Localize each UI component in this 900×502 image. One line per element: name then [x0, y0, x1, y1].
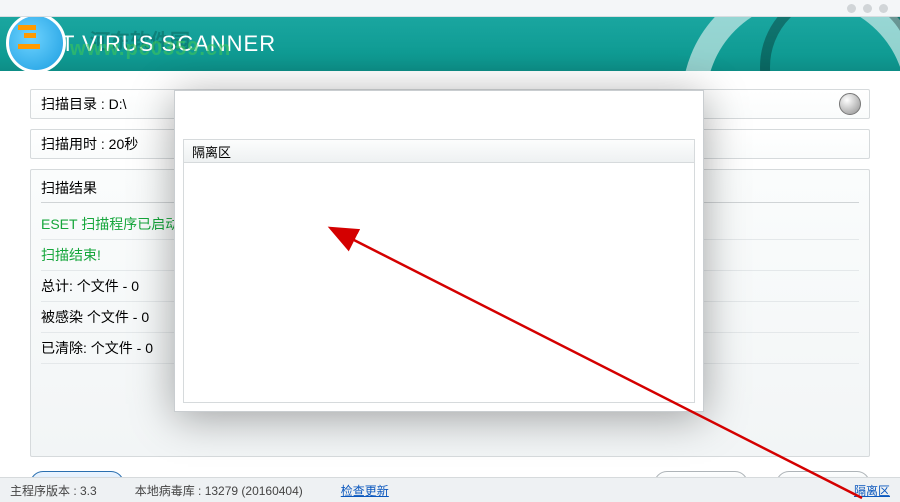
status-version: 主程序版本 : 3.3	[10, 482, 97, 499]
header-decoration-icon	[760, 17, 900, 71]
watermark-text-2: www.pc0359.cn	[70, 38, 231, 61]
close-button[interactable]	[879, 4, 888, 13]
scan-directory-label: 扫描目录 : D:\	[31, 94, 127, 114]
check-update-link[interactable]: 检查更新	[341, 482, 389, 499]
status-virus-db: 本地病毒库 : 13279 (20160404)	[135, 482, 303, 499]
browse-button[interactable]	[839, 93, 861, 115]
quarantine-list[interactable]: 隔离区	[183, 139, 695, 403]
watermark-logo-icon	[18, 25, 40, 52]
maximize-button[interactable]	[863, 4, 872, 13]
quarantine-link[interactable]: 隔离区	[854, 482, 890, 499]
minimize-button[interactable]	[847, 4, 856, 13]
scan-time-label: 扫描用时 : 20秒	[31, 134, 138, 154]
system-titlebar	[0, 0, 900, 17]
quarantine-dialog: 隔离区	[174, 90, 704, 412]
quarantine-dialog-title: 隔离区	[184, 140, 694, 163]
app-window: 河东软件园 ESET VIRUS SCANNER www.pc0359.cn 扫…	[0, 0, 900, 502]
status-bar: 主程序版本 : 3.3 本地病毒库 : 13279 (20160404) 检查更…	[0, 477, 900, 502]
